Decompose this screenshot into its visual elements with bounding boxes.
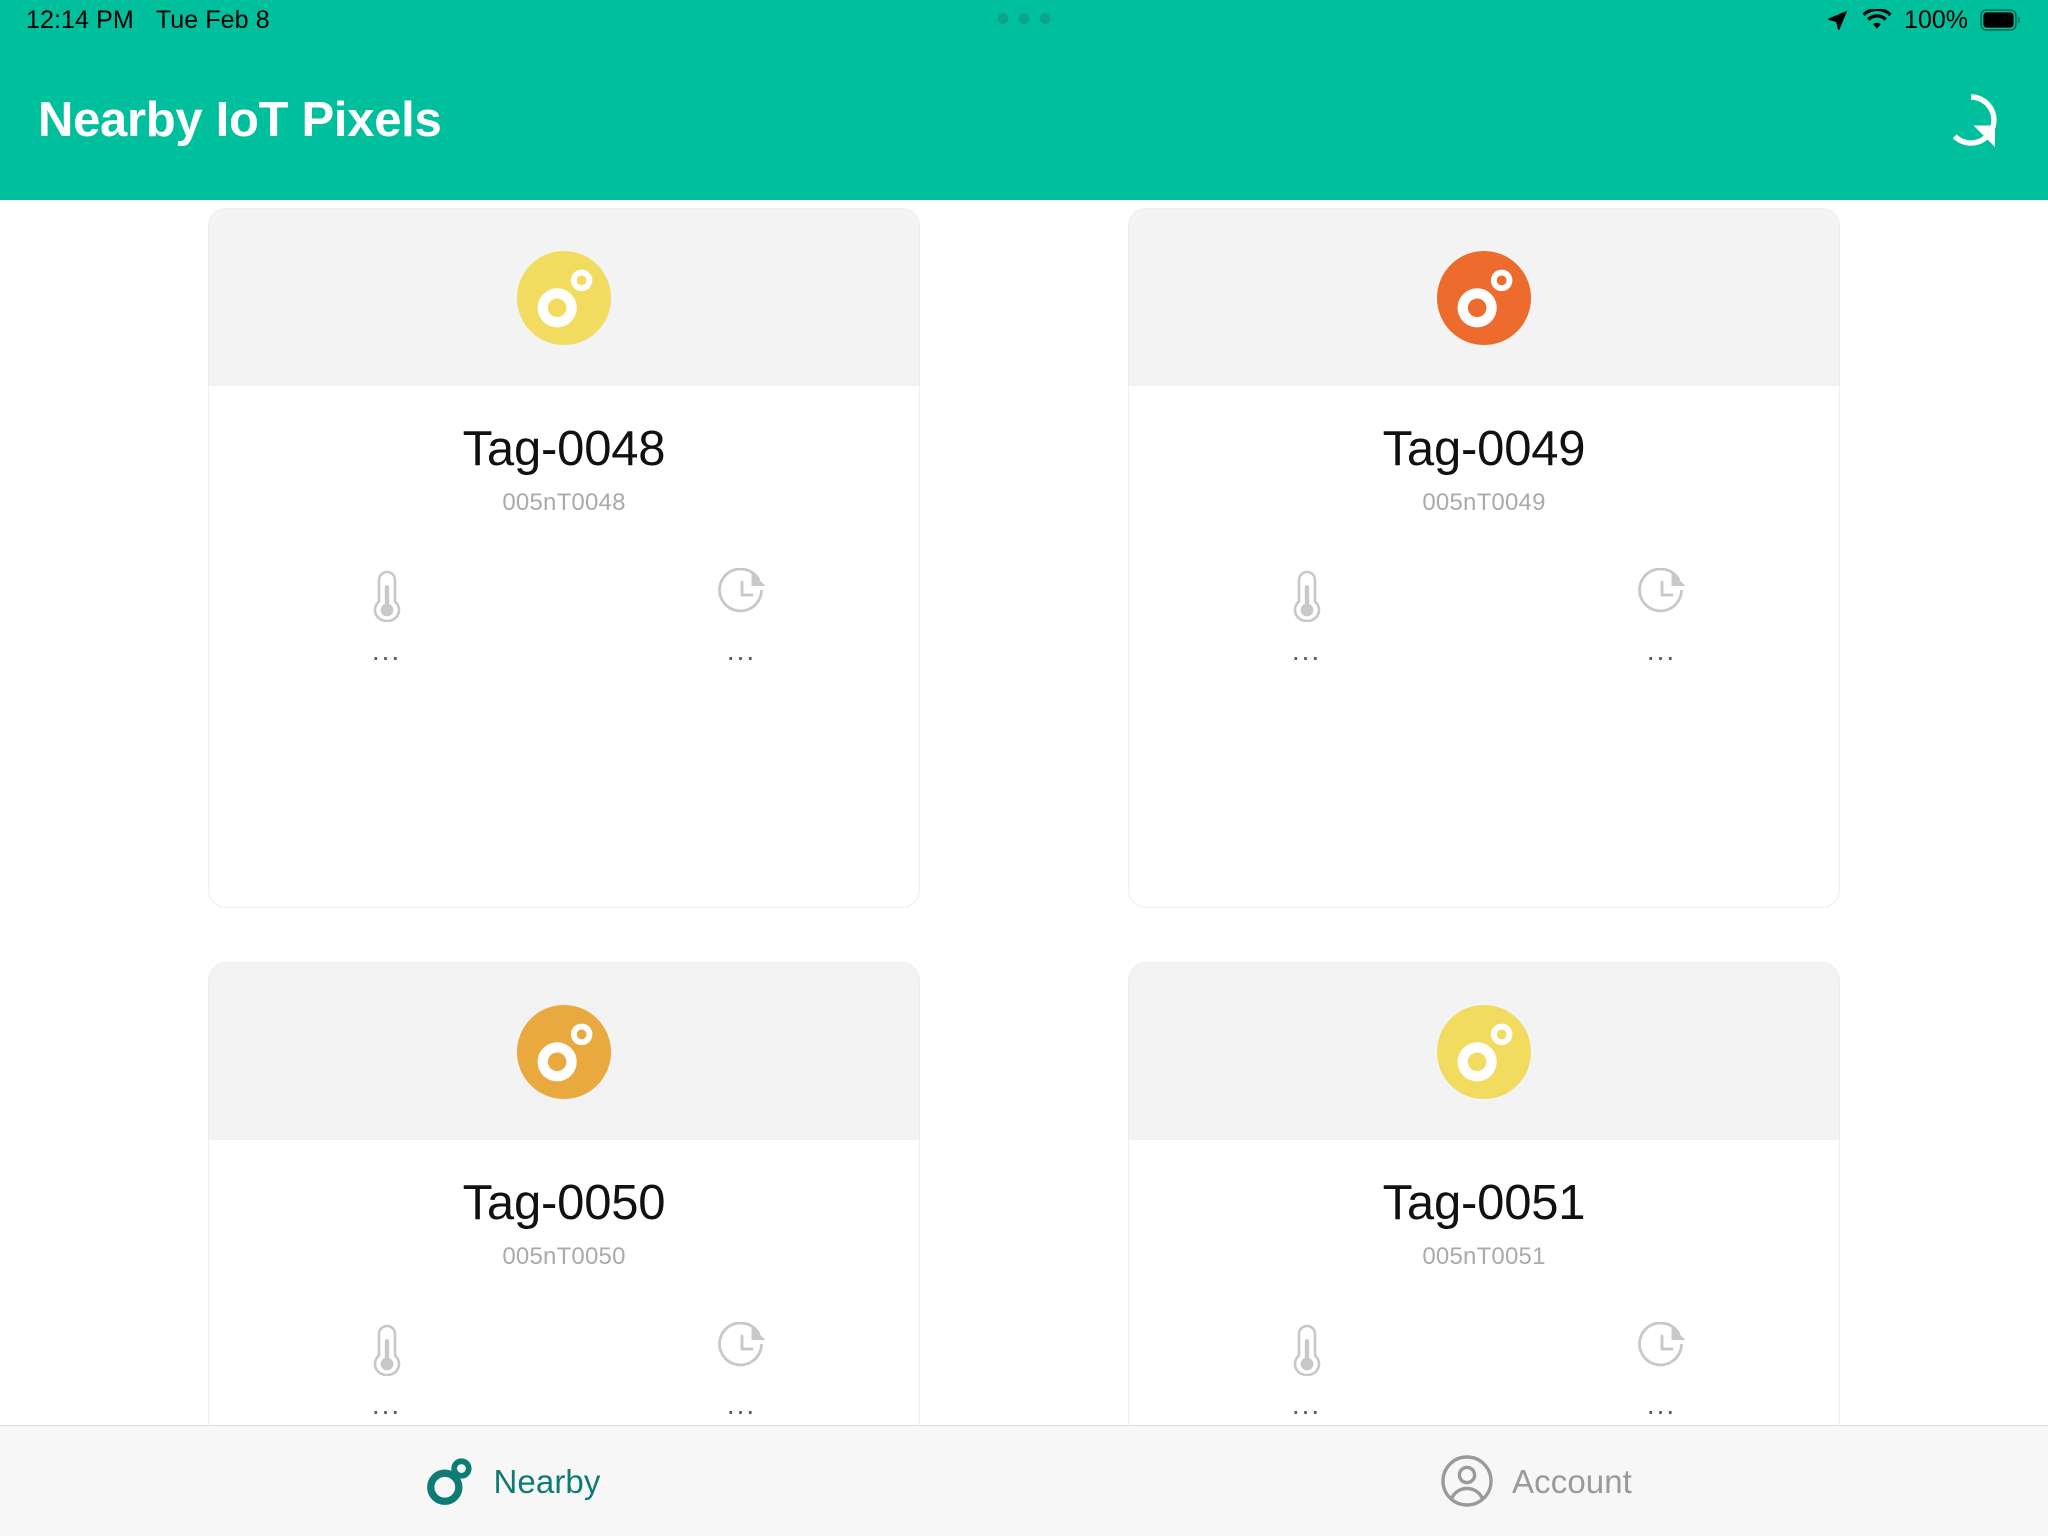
refresh-icon (1942, 91, 2000, 149)
iot-pixel-logo-icon (1436, 1004, 1532, 1099)
indicator-dot (997, 13, 1009, 24)
tab-nearby-label: Nearby (493, 1462, 601, 1500)
account-circle-icon (1440, 1454, 1494, 1508)
temperature-sensor: ... (209, 567, 564, 667)
tag-card-media (209, 209, 919, 386)
indicator-dot (1039, 13, 1051, 24)
tag-name: Tag-0049 (1382, 422, 1586, 476)
thermometer-icon (1286, 1321, 1328, 1377)
iot-pixel-logo-icon (516, 250, 612, 345)
tag-id: 005nT0049 (1422, 489, 1546, 517)
tag-card[interactable]: Tag-0049 005nT0049 ... ... (1128, 208, 1840, 908)
status-date: Tue Feb 8 (155, 5, 270, 34)
page-title: Nearby IoT Pixels (38, 92, 442, 147)
app-header: Nearby IoT Pixels (0, 40, 2048, 200)
tag-card-media (209, 963, 919, 1140)
indicator-dot (1018, 13, 1030, 24)
last-update-value: ... (1646, 1389, 1677, 1421)
clock-update-icon (1635, 567, 1689, 623)
thermometer-icon (366, 567, 408, 623)
wifi-icon (1862, 9, 1892, 31)
tag-id: 005nT0051 (1422, 1243, 1546, 1271)
status-bar-left: 12:14 PM Tue Feb 8 (26, 5, 270, 34)
last-update-sensor: ... (564, 567, 919, 667)
temperature-value: ... (1291, 635, 1322, 667)
tag-card-body: Tag-0049 005nT0049 ... ... (1129, 386, 1839, 907)
last-update-sensor: ... (1484, 567, 1839, 667)
tab-account-label: Account (1512, 1462, 1632, 1500)
last-update-value: ... (726, 635, 757, 667)
tab-account[interactable]: Account (1024, 1426, 2048, 1536)
tab-nearby[interactable]: Nearby (0, 1426, 1024, 1536)
tag-sensor-row: ... ... (209, 1321, 919, 1421)
last-update-sensor: ... (564, 1321, 919, 1421)
tag-card-body: Tag-0048 005nT0048 ... ... (209, 386, 919, 907)
status-time: 12:14 PM (26, 5, 134, 34)
tag-card-grid: Tag-0048 005nT0048 ... ... Tag-0049 005n… (0, 200, 2048, 1536)
tag-sensor-row: ... ... (209, 567, 919, 667)
battery-full-icon (1980, 9, 2022, 31)
clock-update-icon (715, 567, 769, 623)
iot-pixel-logo-icon (516, 1004, 612, 1099)
battery-percent-label: 100% (1904, 5, 1968, 34)
thermometer-icon (366, 1321, 408, 1377)
iot-pixel-logo-icon (1436, 250, 1532, 345)
status-bar-right: 100% (1826, 5, 2022, 34)
bottom-tab-bar: Nearby Account (0, 1425, 2048, 1536)
temperature-sensor: ... (1129, 567, 1484, 667)
thermometer-icon (1286, 567, 1328, 623)
tag-name: Tag-0051 (1382, 1176, 1586, 1230)
tag-name: Tag-0048 (462, 422, 666, 476)
clock-update-icon (715, 1321, 769, 1377)
tag-sensor-row: ... ... (1129, 1321, 1839, 1421)
tag-name: Tag-0050 (462, 1176, 666, 1230)
temperature-sensor: ... (209, 1321, 564, 1421)
temperature-sensor: ... (1129, 1321, 1484, 1421)
tag-id: 005nT0050 (502, 1243, 626, 1271)
tag-id: 005nT0048 (502, 489, 626, 517)
iot-pixel-logo-icon (424, 1455, 476, 1507)
temperature-value: ... (371, 1389, 402, 1421)
temperature-value: ... (371, 635, 402, 667)
last-update-sensor: ... (1484, 1321, 1839, 1421)
tag-sensor-row: ... ... (1129, 567, 1839, 667)
app-root: 12:14 PM Tue Feb 8 100% Nearby IoT Pixel… (0, 0, 2048, 1536)
tag-list-scroll-area[interactable]: Tag-0048 005nT0048 ... ... Tag-0049 005n… (0, 200, 2048, 1536)
last-update-value: ... (1646, 635, 1677, 667)
refresh-button[interactable] (1928, 77, 2014, 163)
status-bar: 12:14 PM Tue Feb 8 100% (0, 0, 2048, 40)
three-dots-indicator[interactable] (997, 13, 1051, 24)
location-arrow-icon (1826, 8, 1850, 32)
clock-update-icon (1635, 1321, 1689, 1377)
tag-card[interactable]: Tag-0048 005nT0048 ... ... (208, 208, 920, 908)
tag-card-media (1129, 963, 1839, 1140)
last-update-value: ... (726, 1389, 757, 1421)
tag-card-media (1129, 209, 1839, 386)
temperature-value: ... (1291, 1389, 1322, 1421)
